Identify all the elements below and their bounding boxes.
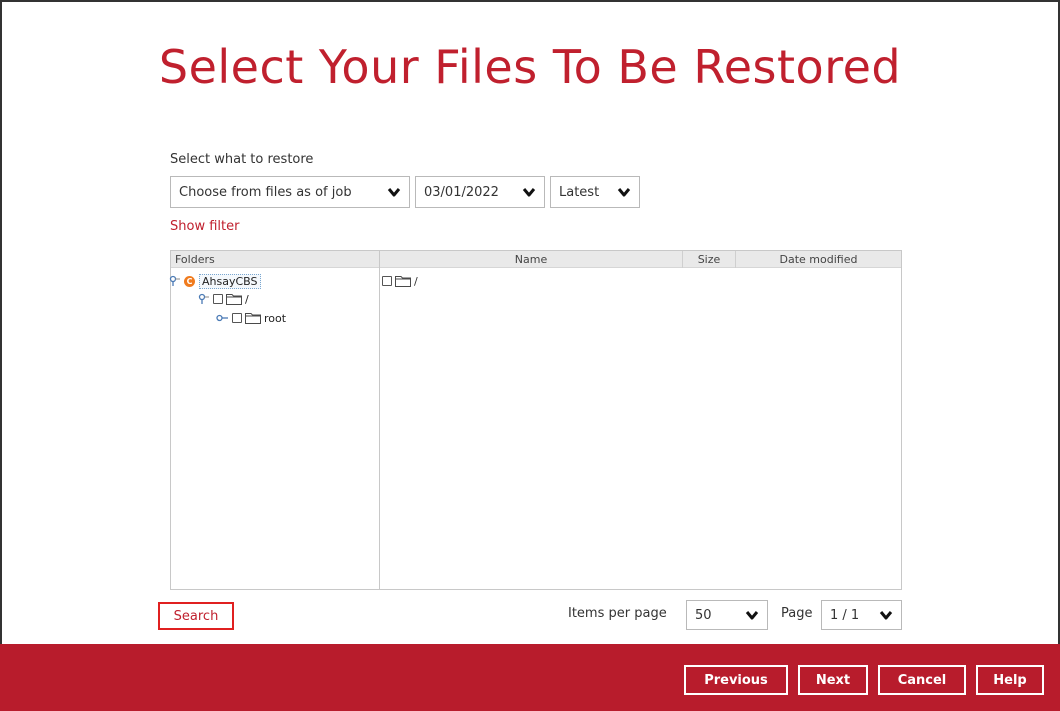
file-row[interactable]: /	[382, 273, 418, 289]
previous-button[interactable]: Previous	[684, 665, 788, 695]
restore-mode-value: Choose from files as of job	[179, 184, 352, 200]
expanded-node-icon[interactable]	[197, 293, 209, 305]
tree-node-ahsaycbs[interactable]: C AhsayCBS	[168, 273, 261, 289]
folders-pane: Folders C AhsayCBS / root	[168, 251, 380, 589]
tree-node-checkbox[interactable]	[232, 313, 242, 323]
page-title: Select Your Files To Be Restored	[158, 40, 902, 94]
chevron-down-icon	[522, 188, 536, 197]
tree-node-label[interactable]: /	[245, 293, 249, 306]
file-row-checkbox[interactable]	[382, 276, 392, 286]
tree-node-slash[interactable]: /	[197, 291, 249, 307]
items-per-page-dropdown[interactable]: 50	[686, 600, 768, 630]
restore-date-value: 03/01/2022	[424, 184, 499, 200]
tree-node-checkbox[interactable]	[213, 294, 223, 304]
column-header-size[interactable]: Size	[682, 250, 736, 268]
file-browser-panel: Folders C AhsayCBS / root Name Size Date…	[168, 250, 902, 590]
show-filter-link[interactable]: Show filter	[170, 219, 239, 234]
tree-node-label[interactable]: root	[264, 312, 286, 325]
folders-header: Folders	[171, 251, 379, 268]
help-button[interactable]: Help	[976, 665, 1044, 695]
items-per-page-label: Items per page	[568, 606, 667, 621]
restore-version-value: Latest	[559, 184, 600, 200]
next-button[interactable]: Next	[798, 665, 868, 695]
restore-mode-dropdown[interactable]: Choose from files as of job	[170, 176, 410, 208]
restore-date-dropdown[interactable]: 03/01/2022	[415, 176, 545, 208]
page-value: 1 / 1	[830, 607, 860, 623]
chevron-down-icon	[745, 611, 759, 620]
footer-bar: Previous Next Cancel Help	[0, 644, 1060, 711]
cancel-button[interactable]: Cancel	[878, 665, 966, 695]
page-label: Page	[781, 606, 813, 621]
folder-icon	[226, 294, 242, 305]
files-pane: Name Size Date modified /	[380, 250, 901, 589]
chevron-down-icon	[617, 188, 631, 197]
files-header: Name Size Date modified	[380, 250, 901, 268]
tree-node-root[interactable]: root	[216, 310, 286, 326]
chevron-down-icon	[387, 188, 401, 197]
chevron-down-icon	[879, 611, 893, 620]
collapsed-node-icon[interactable]	[216, 312, 228, 324]
folder-icon	[395, 276, 411, 287]
search-button[interactable]: Search	[158, 602, 234, 630]
restore-version-dropdown[interactable]: Latest	[550, 176, 640, 208]
expanded-node-icon[interactable]	[168, 275, 180, 287]
column-header-name[interactable]: Name	[380, 251, 682, 268]
file-row-name: /	[414, 274, 418, 288]
page-dropdown[interactable]: 1 / 1	[821, 600, 902, 630]
restore-selection-label: Select what to restore	[170, 152, 314, 167]
ahsaycbs-icon: C	[184, 275, 195, 287]
column-header-date-modified[interactable]: Date modified	[736, 251, 901, 268]
folder-icon	[245, 313, 261, 324]
items-per-page-value: 50	[695, 607, 712, 623]
tree-node-label[interactable]: AhsayCBS	[199, 273, 261, 289]
